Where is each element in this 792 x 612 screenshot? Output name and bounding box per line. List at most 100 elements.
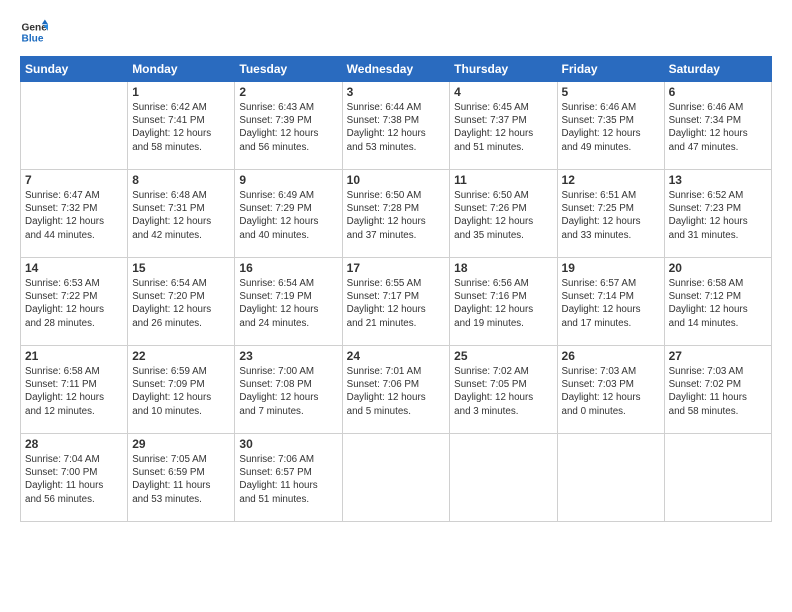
calendar-cell: 16 Sunrise: 6:54 AM Sunset: 7:19 PM Dayli… [235,258,342,346]
calendar-cell: 2 Sunrise: 6:43 AM Sunset: 7:39 PM Daylig… [235,82,342,170]
day-number: 24 [347,349,446,363]
day-info: Sunrise: 7:03 AM Sunset: 7:03 PM Dayligh… [562,365,660,418]
day-info: Sunrise: 6:54 AM Sunset: 7:19 PM Dayligh… [239,277,337,330]
day-info: Sunrise: 7:03 AM Sunset: 7:02 PM Dayligh… [669,365,767,418]
calendar-cell: 30 Sunrise: 7:06 AM Sunset: 6:57 PM Dayli… [235,434,342,522]
calendar-week-2: 7Sunrise: 6:47 AM Sunset: 7:32 PM Daylig… [21,170,772,258]
day-info: Sunrise: 6:54 AM Sunset: 7:20 PM Dayligh… [132,277,230,330]
calendar-cell: 14 Sunrise: 6:53 AM Sunset: 7:22 PM Dayli… [21,258,128,346]
day-info: Sunrise: 6:46 AM Sunset: 7:35 PM Dayligh… [562,101,660,154]
day-number: 4 [454,85,552,99]
day-number: 13 [669,173,767,187]
day-info: Sunrise: 7:01 AM Sunset: 7:06 PM Dayligh… [347,365,446,418]
day-number: 21 [25,349,123,363]
day-info: Sunrise: 6:51 AM Sunset: 7:25 PM Dayligh… [562,189,660,242]
day-info: Sunrise: 6:45 AM Sunset: 7:37 PM Dayligh… [454,101,552,154]
day-info: Sunrise: 6:48 AM Sunset: 7:31 PM Dayligh… [132,189,230,242]
calendar-header-row: SundayMondayTuesdayWednesdayThursdayFrid… [21,57,772,82]
day-info: Sunrise: 6:43 AM Sunset: 7:39 PM Dayligh… [239,101,337,154]
day-info: Sunrise: 6:59 AM Sunset: 7:09 PM Dayligh… [132,365,230,418]
day-info: Sunrise: 6:55 AM Sunset: 7:17 PM Dayligh… [347,277,446,330]
header-tuesday: Tuesday [235,57,342,82]
calendar-week-4: 21 Sunrise: 6:58 AM Sunset: 7:11 PM Dayli… [21,346,772,434]
calendar-cell: 25Sunrise: 7:02 AM Sunset: 7:05 PM Dayli… [450,346,557,434]
calendar-cell: 29 Sunrise: 7:05 AM Sunset: 6:59 PM Dayli… [128,434,235,522]
day-number: 18 [454,261,552,275]
day-number: 15 [132,261,230,275]
day-info: Sunrise: 6:53 AM Sunset: 7:22 PM Dayligh… [25,277,123,330]
calendar-cell: 7Sunrise: 6:47 AM Sunset: 7:32 PM Daylig… [21,170,128,258]
day-info: Sunrise: 6:49 AM Sunset: 7:29 PM Dayligh… [239,189,337,242]
calendar-cell: 24 Sunrise: 7:01 AM Sunset: 7:06 PM Dayli… [342,346,450,434]
calendar-cell [664,434,771,522]
day-number: 7 [25,173,123,187]
day-number: 6 [669,85,767,99]
calendar-cell: 17Sunrise: 6:55 AM Sunset: 7:17 PM Dayli… [342,258,450,346]
day-number: 19 [562,261,660,275]
header-saturday: Saturday [664,57,771,82]
calendar-cell: 21 Sunrise: 6:58 AM Sunset: 7:11 PM Dayli… [21,346,128,434]
day-number: 30 [239,437,337,451]
day-number: 20 [669,261,767,275]
day-info: Sunrise: 7:00 AM Sunset: 7:08 PM Dayligh… [239,365,337,418]
day-info: Sunrise: 6:58 AM Sunset: 7:12 PM Dayligh… [669,277,767,330]
calendar-week-5: 28 Sunrise: 7:04 AM Sunset: 7:00 PM Dayli… [21,434,772,522]
day-info: Sunrise: 6:58 AM Sunset: 7:11 PM Dayligh… [25,365,123,418]
calendar-cell: 10 Sunrise: 6:50 AM Sunset: 7:28 PM Dayli… [342,170,450,258]
day-info: Sunrise: 6:52 AM Sunset: 7:23 PM Dayligh… [669,189,767,242]
header-sunday: Sunday [21,57,128,82]
day-number: 23 [239,349,337,363]
day-number: 9 [239,173,337,187]
calendar-cell: 22 Sunrise: 6:59 AM Sunset: 7:09 PM Dayli… [128,346,235,434]
header-wednesday: Wednesday [342,57,450,82]
calendar-cell [557,434,664,522]
day-number: 2 [239,85,337,99]
calendar-cell: 11Sunrise: 6:50 AM Sunset: 7:26 PM Dayli… [450,170,557,258]
calendar-cell: 28 Sunrise: 7:04 AM Sunset: 7:00 PM Dayli… [21,434,128,522]
day-info: Sunrise: 6:57 AM Sunset: 7:14 PM Dayligh… [562,277,660,330]
calendar-cell: 3 Sunrise: 6:44 AM Sunset: 7:38 PM Daylig… [342,82,450,170]
day-number: 28 [25,437,123,451]
calendar-cell: 6Sunrise: 6:46 AM Sunset: 7:34 PM Daylig… [664,82,771,170]
calendar-cell: 27 Sunrise: 7:03 AM Sunset: 7:02 PM Dayli… [664,346,771,434]
calendar-cell [342,434,450,522]
calendar-cell: 23 Sunrise: 7:00 AM Sunset: 7:08 PM Dayli… [235,346,342,434]
day-info: Sunrise: 6:50 AM Sunset: 7:28 PM Dayligh… [347,189,446,242]
header-thursday: Thursday [450,57,557,82]
calendar-cell: 18Sunrise: 6:56 AM Sunset: 7:16 PM Dayli… [450,258,557,346]
calendar-week-1: 1 Sunrise: 6:42 AM Sunset: 7:41 PM Daylig… [21,82,772,170]
day-info: Sunrise: 7:04 AM Sunset: 7:00 PM Dayligh… [25,453,123,506]
day-info: Sunrise: 6:44 AM Sunset: 7:38 PM Dayligh… [347,101,446,154]
calendar-cell: 12 Sunrise: 6:51 AM Sunset: 7:25 PM Dayli… [557,170,664,258]
day-info: Sunrise: 6:50 AM Sunset: 7:26 PM Dayligh… [454,189,552,242]
day-number: 8 [132,173,230,187]
day-number: 29 [132,437,230,451]
svg-text:Blue: Blue [22,33,44,44]
day-number: 12 [562,173,660,187]
day-number: 22 [132,349,230,363]
calendar-cell [21,82,128,170]
calendar-cell: 13 Sunrise: 6:52 AM Sunset: 7:23 PM Dayli… [664,170,771,258]
day-number: 10 [347,173,446,187]
day-number: 27 [669,349,767,363]
day-info: Sunrise: 6:42 AM Sunset: 7:41 PM Dayligh… [132,101,230,154]
calendar-cell: 4 Sunrise: 6:45 AM Sunset: 7:37 PM Daylig… [450,82,557,170]
logo-icon: General Blue [20,18,48,46]
day-number: 3 [347,85,446,99]
calendar-cell: 1 Sunrise: 6:42 AM Sunset: 7:41 PM Daylig… [128,82,235,170]
day-number: 16 [239,261,337,275]
day-number: 14 [25,261,123,275]
day-info: Sunrise: 7:06 AM Sunset: 6:57 PM Dayligh… [239,453,337,506]
calendar-cell: 9 Sunrise: 6:49 AM Sunset: 7:29 PM Daylig… [235,170,342,258]
calendar-cell [450,434,557,522]
logo: General Blue [20,18,48,46]
calendar-cell: 20 Sunrise: 6:58 AM Sunset: 7:12 PM Dayli… [664,258,771,346]
calendar-week-3: 14 Sunrise: 6:53 AM Sunset: 7:22 PM Dayli… [21,258,772,346]
day-number: 25 [454,349,552,363]
day-number: 1 [132,85,230,99]
day-info: Sunrise: 7:05 AM Sunset: 6:59 PM Dayligh… [132,453,230,506]
header-monday: Monday [128,57,235,82]
calendar-cell: 15 Sunrise: 6:54 AM Sunset: 7:20 PM Dayli… [128,258,235,346]
header-friday: Friday [557,57,664,82]
calendar-cell: 19 Sunrise: 6:57 AM Sunset: 7:14 PM Dayli… [557,258,664,346]
